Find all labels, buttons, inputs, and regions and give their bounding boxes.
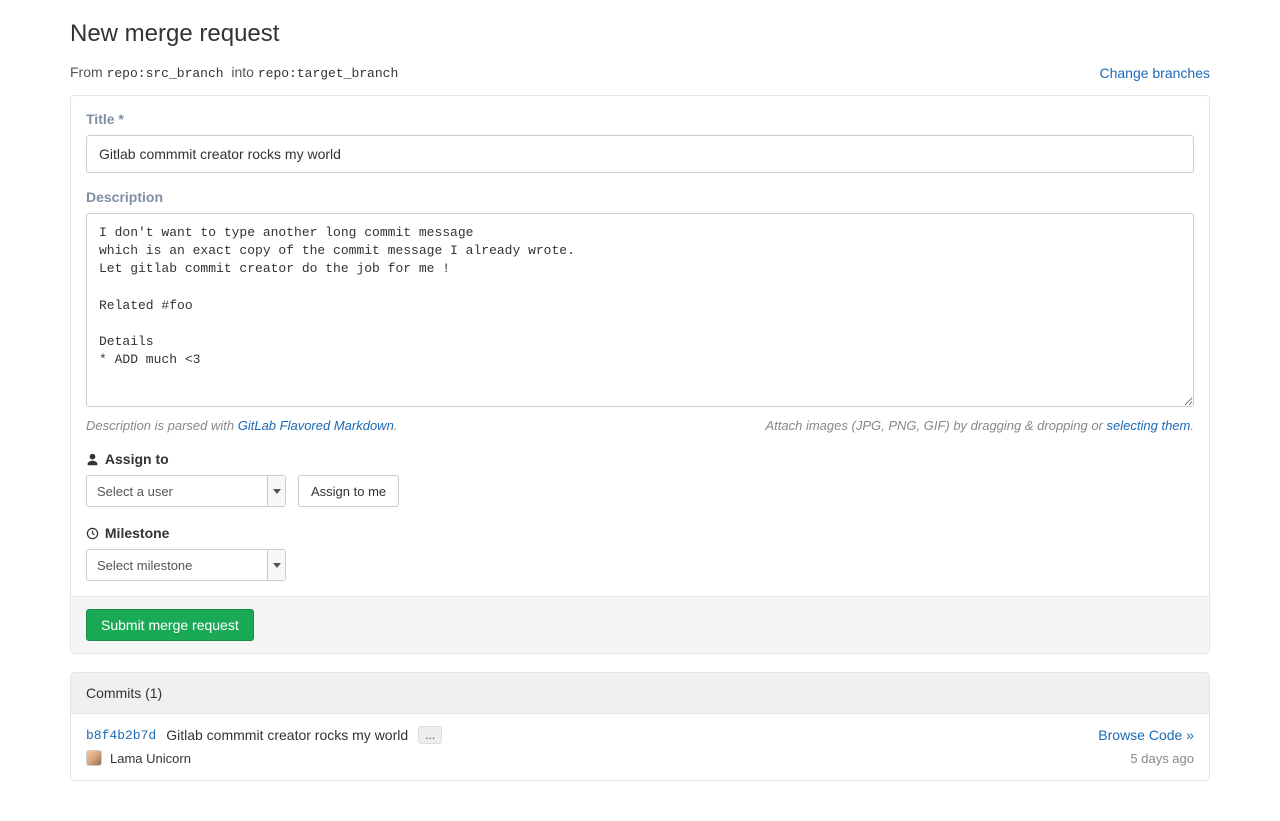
mr-form-panel: Title * Description I don't want to type… bbox=[70, 95, 1210, 654]
assign-to-me-button[interactable]: Assign to me bbox=[298, 475, 399, 507]
assignee-select[interactable]: Select a user bbox=[86, 475, 286, 507]
target-branch: repo:target_branch bbox=[258, 66, 398, 81]
caret-down-icon bbox=[267, 476, 285, 506]
browse-code-link[interactable]: Browse Code » bbox=[1098, 727, 1194, 743]
commits-header: Commits (1) bbox=[71, 673, 1209, 714]
from-label: From bbox=[70, 64, 103, 80]
form-footer: Submit merge request bbox=[71, 596, 1209, 653]
commit-author: Lama Unicorn bbox=[110, 751, 191, 766]
milestone-select-text: Select milestone bbox=[87, 558, 267, 573]
commits-panel: Commits (1) b8f4b2b7d Gitlab commmit cre… bbox=[70, 672, 1210, 781]
submit-button[interactable]: Submit merge request bbox=[86, 609, 254, 641]
gfm-link[interactable]: GitLab Flavored Markdown bbox=[238, 418, 394, 433]
milestone-label: Milestone bbox=[105, 525, 170, 541]
avatar bbox=[86, 750, 102, 766]
clock-icon bbox=[86, 527, 99, 543]
select-files-link[interactable]: selecting them bbox=[1107, 418, 1191, 433]
commit-message: Gitlab commmit creator rocks my world bbox=[166, 727, 408, 743]
description-label: Description bbox=[86, 189, 1194, 205]
change-branches-link[interactable]: Change branches bbox=[1099, 65, 1210, 81]
branch-summary: From repo:src_branch into repo:target_br… bbox=[70, 64, 398, 81]
commit-hash-link[interactable]: b8f4b2b7d bbox=[86, 728, 156, 743]
page-title: New merge request bbox=[70, 16, 1210, 52]
commit-time: 5 days ago bbox=[1130, 751, 1194, 766]
user-icon bbox=[86, 453, 99, 469]
into-label: into bbox=[231, 64, 254, 80]
assignee-select-text: Select a user bbox=[87, 484, 267, 499]
title-label: Title * bbox=[86, 111, 1194, 127]
assign-label: Assign to bbox=[105, 451, 169, 467]
expand-commit-button[interactable]: ... bbox=[418, 726, 442, 744]
commit-row: b8f4b2b7d Gitlab commmit creator rocks m… bbox=[71, 714, 1209, 780]
branch-line: From repo:src_branch into repo:target_br… bbox=[70, 64, 1210, 81]
source-branch: repo:src_branch bbox=[107, 66, 224, 81]
attach-hint: Attach images (JPG, PNG, GIF) by draggin… bbox=[766, 418, 1195, 433]
title-input[interactable] bbox=[86, 135, 1194, 173]
caret-down-icon bbox=[267, 550, 285, 580]
markdown-hint: Description is parsed with GitLab Flavor… bbox=[86, 418, 397, 433]
milestone-select[interactable]: Select milestone bbox=[86, 549, 286, 581]
description-textarea[interactable]: I don't want to type another long commit… bbox=[86, 213, 1194, 407]
